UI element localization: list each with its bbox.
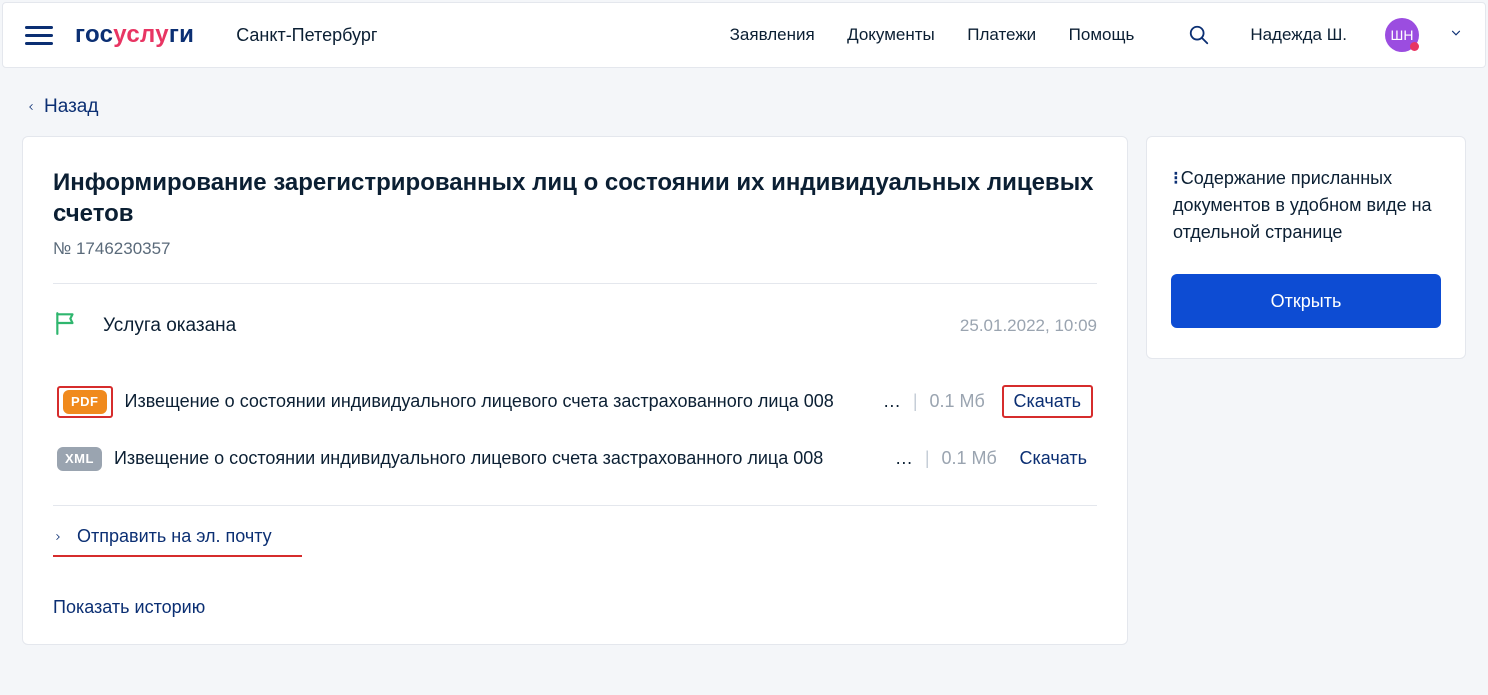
- show-history-link[interactable]: Показать историю: [53, 597, 1097, 618]
- search-icon[interactable]: [1188, 24, 1210, 46]
- logo[interactable]: гос услу ги: [75, 21, 194, 49]
- status-date: 25.01.2022, 10:09: [960, 316, 1097, 336]
- side-text: ⁝Содержание присланных документов в удоб…: [1171, 165, 1441, 246]
- file-name: Извещение о состоянии индивидуального ли…: [125, 391, 871, 412]
- highlight-box: PDF: [57, 386, 113, 418]
- side-card: ⁝Содержание присланных документов в удоб…: [1146, 136, 1466, 359]
- nav-documents[interactable]: Документы: [847, 25, 935, 44]
- status-text: Услуга оказана: [103, 315, 960, 337]
- pdf-badge: PDF: [63, 390, 107, 414]
- logo-gos: гос: [75, 21, 113, 49]
- open-button[interactable]: Открыть: [1171, 274, 1441, 328]
- request-number: № 1746230357: [53, 239, 1097, 259]
- file-row: PDF Извещение о состоянии индивидуальног…: [53, 371, 1097, 432]
- files-list: PDF Извещение о состоянии индивидуальног…: [53, 371, 1097, 506]
- avatar-initials: ШН: [1391, 27, 1414, 43]
- logo-ugi: ги: [169, 21, 194, 49]
- side-text-content: Содержание присланных документов в удобн…: [1173, 168, 1432, 242]
- bullet-icon: ⁝: [1173, 168, 1179, 188]
- highlight-box: Скачать: [1002, 385, 1094, 418]
- nav-help[interactable]: Помощь: [1069, 25, 1135, 44]
- download-link[interactable]: Скачать: [1008, 389, 1088, 414]
- xml-badge: XML: [57, 447, 102, 471]
- send-email-link[interactable]: Отправить на эл. почту: [53, 526, 302, 557]
- avatar[interactable]: ШН: [1385, 18, 1419, 52]
- pipe: |: [913, 391, 918, 412]
- ellipsis: …: [883, 391, 901, 412]
- ellipsis: …: [895, 448, 913, 469]
- logo-usl: услу: [113, 21, 169, 49]
- chevron-left-icon: [26, 99, 36, 115]
- back-label: Назад: [44, 96, 98, 118]
- main-nav: Заявления Документы Платежи Помощь: [716, 25, 1149, 45]
- send-email-label: Отправить на эл. почту: [77, 526, 272, 547]
- send-email-wrapper: Отправить на эл. почту: [53, 506, 1097, 557]
- notification-dot-icon: [1410, 42, 1419, 51]
- app-header: гос услу ги Санкт-Петербург Заявления До…: [2, 2, 1486, 68]
- back-link[interactable]: Назад: [26, 96, 1488, 118]
- chevron-down-icon[interactable]: [1449, 26, 1463, 45]
- flag-icon: [53, 310, 79, 341]
- nav-payments[interactable]: Платежи: [967, 25, 1036, 44]
- location-selector[interactable]: Санкт-Петербург: [236, 25, 377, 46]
- chevron-right-icon: [53, 529, 63, 545]
- file-size: 0.1 Мб: [930, 391, 990, 412]
- user-name[interactable]: Надежда Ш.: [1250, 25, 1347, 45]
- main-layout: Информирование зарегистрированных лиц о …: [0, 136, 1488, 645]
- menu-icon[interactable]: [25, 21, 53, 50]
- page-title: Информирование зарегистрированных лиц о …: [53, 167, 1097, 229]
- file-name: Извещение о состоянии индивидуального ли…: [114, 448, 883, 469]
- file-size: 0.1 Мб: [942, 448, 1002, 469]
- file-row: XML Извещение о состоянии индивидуальног…: [53, 432, 1097, 485]
- nav-applications[interactable]: Заявления: [730, 25, 815, 44]
- status-row: Услуга оказана 25.01.2022, 10:09: [53, 310, 1097, 341]
- pipe: |: [925, 448, 930, 469]
- divider: [53, 283, 1097, 284]
- download-link[interactable]: Скачать: [1014, 446, 1094, 471]
- request-card: Информирование зарегистрированных лиц о …: [22, 136, 1128, 645]
